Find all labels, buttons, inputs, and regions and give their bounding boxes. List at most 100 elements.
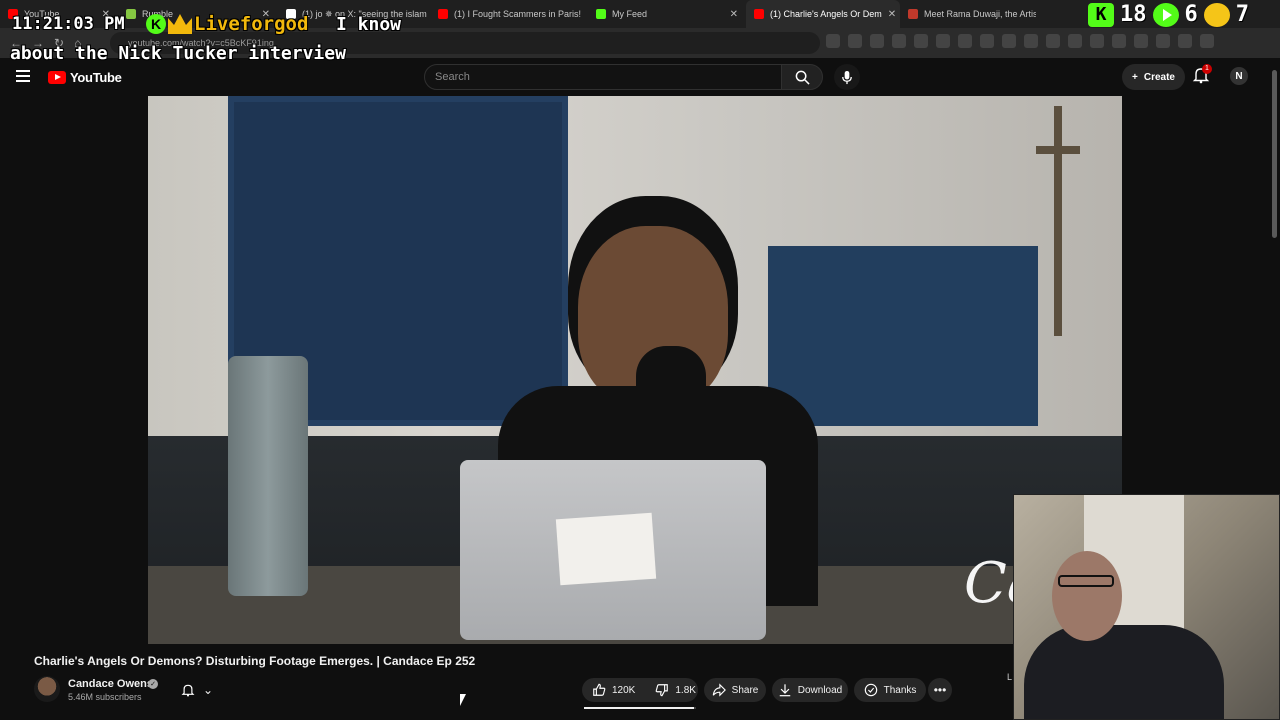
- subscribed-notifications-button[interactable]: ⌄: [174, 678, 220, 702]
- video-frame-crucifix: [1028, 106, 1088, 336]
- screen: YouTube ✕ Rumble ✕ (1) ‎j‎o ✵ on X: "see…: [0, 0, 1280, 720]
- article-favicon-icon: [908, 9, 918, 19]
- browser-tab-scammers[interactable]: (1) I Fought Scammers in Paris! ✕: [430, 0, 588, 28]
- voice-search-button[interactable]: [834, 64, 860, 90]
- verified-check-icon: ✓: [148, 679, 158, 689]
- video-frame-photo-sticker: [555, 512, 657, 586]
- kick-logo-icon: K: [1088, 2, 1114, 27]
- tab-close-icon[interactable]: ✕: [724, 9, 738, 20]
- extension-icon[interactable]: [1178, 34, 1192, 48]
- thanks-label: Thanks: [883, 684, 917, 696]
- extension-icon[interactable]: [914, 34, 928, 48]
- browser-tab-my-feed[interactable]: My Feed ✕: [588, 0, 746, 28]
- microphone-icon: [842, 70, 852, 84]
- thumbs-down-icon: [655, 684, 669, 697]
- overlay-clock: 11:21:03 PM: [12, 14, 125, 34]
- kick-favicon-icon: [596, 9, 606, 19]
- chat-message-line-1: I know: [336, 14, 402, 35]
- tab-label: (1) Charlie's Angels Or Dem: [770, 9, 882, 19]
- extension-icons: [826, 34, 1214, 48]
- chat-message-line-2: about the Nick Tucker interview: [10, 43, 346, 64]
- download-button[interactable]: Download: [772, 678, 848, 702]
- extension-icon[interactable]: [936, 34, 950, 48]
- thanks-icon: [864, 683, 877, 697]
- extension-icon[interactable]: [1024, 34, 1038, 48]
- streamer-webcam: [1013, 494, 1280, 720]
- extension-icon[interactable]: [1200, 34, 1214, 48]
- rumble-logo-icon: [1152, 2, 1179, 27]
- extension-icon[interactable]: [1090, 34, 1104, 48]
- like-dislike-group: 120K 1.8K: [582, 678, 698, 702]
- extension-icon[interactable]: [980, 34, 994, 48]
- browser-tab-rama-duwaji[interactable]: Meet Rama Duwaji, the Artist: [900, 0, 1036, 28]
- share-arrow-icon: [712, 683, 726, 697]
- browser-tab-charlies-angels[interactable]: (1) Charlie's Angels Or Dem ✕: [746, 0, 900, 28]
- extension-icon[interactable]: [892, 34, 906, 48]
- youtube-logo[interactable]: YouTube: [48, 70, 122, 85]
- like-button[interactable]: 120K: [582, 678, 645, 702]
- extension-icon[interactable]: [1134, 34, 1148, 48]
- share-button[interactable]: Share: [704, 678, 766, 702]
- search-box: [424, 64, 782, 90]
- tab-label: Meet Rama Duwaji, the Artist: [924, 9, 1036, 19]
- video-frame-laptop: [460, 460, 766, 640]
- subscriber-count: 5.46M subscribers: [68, 692, 142, 702]
- page-scrollbar-thumb[interactable]: [1272, 70, 1277, 238]
- like-ratio-bar: [584, 707, 696, 709]
- youtube-play-icon: [48, 71, 66, 84]
- thumbs-up-icon: [593, 683, 606, 696]
- download-icon: [779, 684, 790, 697]
- thanks-button[interactable]: Thanks: [854, 678, 926, 702]
- more-actions-button[interactable]: •••: [928, 678, 952, 702]
- extension-icon[interactable]: [870, 34, 884, 48]
- kick-viewer-count: 18: [1120, 2, 1147, 27]
- platform-viewer-count: 7: [1235, 2, 1249, 27]
- extension-icon[interactable]: [958, 34, 972, 48]
- notifications-button[interactable]: 1: [1192, 64, 1214, 88]
- viewer-stats: K 18 6 7: [1088, 2, 1249, 27]
- like-count: 120K: [612, 684, 636, 696]
- platform-logo-icon: [1203, 2, 1230, 27]
- extension-icon[interactable]: [1046, 34, 1060, 48]
- extension-icon[interactable]: [848, 34, 862, 48]
- logo-text: YouTube: [70, 70, 122, 85]
- search-input[interactable]: [435, 71, 781, 83]
- video-player[interactable]: Car: [148, 96, 1122, 644]
- tab-label: (1) I Fought Scammers in Paris!: [454, 9, 582, 19]
- more-horizontal-icon: •••: [933, 683, 947, 697]
- tab-close-icon[interactable]: ✕: [882, 9, 896, 20]
- extension-icon[interactable]: [1002, 34, 1016, 48]
- tab-close-icon[interactable]: ✕: [581, 9, 588, 20]
- chevron-down-icon: ⌄: [202, 683, 214, 697]
- plus-icon: +: [1132, 71, 1138, 83]
- account-avatar[interactable]: N: [1230, 67, 1248, 85]
- share-label: Share: [731, 684, 759, 696]
- dislike-count: 1.8K: [675, 684, 696, 696]
- hamburger-menu-icon[interactable]: [16, 70, 30, 82]
- youtube-favicon-icon: [438, 9, 448, 19]
- rumble-favicon-icon: [126, 9, 136, 19]
- download-label: Download: [797, 684, 843, 696]
- bell-icon: [181, 684, 195, 697]
- create-button[interactable]: + Create: [1122, 64, 1185, 90]
- channel-name[interactable]: Candace Owens: [68, 678, 153, 690]
- chat-username: Liveforgod: [194, 13, 309, 35]
- channel-avatar[interactable]: [34, 676, 60, 702]
- extension-icon[interactable]: [826, 34, 840, 48]
- rumble-viewer-count: 6: [1184, 2, 1198, 27]
- like-ratio-fill: [584, 707, 695, 709]
- extension-icon[interactable]: [1068, 34, 1082, 48]
- notification-count-badge: 1: [1202, 64, 1212, 74]
- tab-label: My Feed: [612, 9, 648, 19]
- extension-icon[interactable]: [1112, 34, 1126, 48]
- mouse-cursor-icon: [460, 694, 466, 706]
- youtube-favicon-icon: [754, 9, 764, 19]
- video-frame-tumbler: [228, 356, 308, 596]
- search-button[interactable]: [781, 64, 823, 90]
- kick-badge-icon: K: [146, 14, 166, 34]
- search-icon: [795, 70, 810, 85]
- video-title: Charlie's Angels Or Demons? Disturbing F…: [34, 654, 476, 668]
- extension-icon[interactable]: [1156, 34, 1170, 48]
- side-letter: L: [1007, 672, 1013, 682]
- dislike-button[interactable]: 1.8K: [645, 678, 706, 702]
